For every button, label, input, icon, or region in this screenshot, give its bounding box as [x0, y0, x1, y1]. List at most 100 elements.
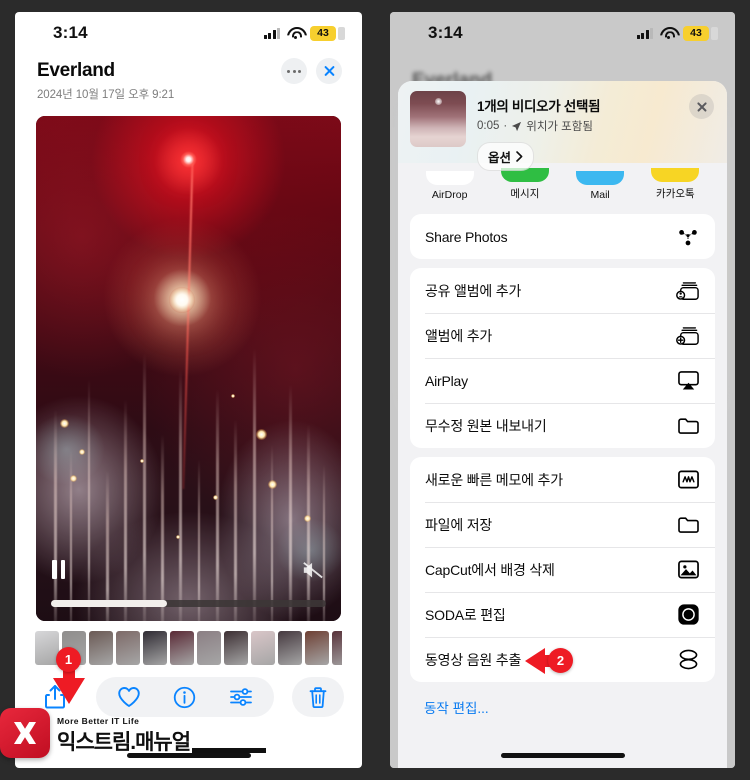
- video-player[interactable]: [36, 116, 341, 621]
- share-action-label: CapCut에서 배경 삭제: [425, 561, 555, 578]
- info-button[interactable]: [172, 684, 198, 710]
- annotation-1-arrow: [53, 678, 85, 704]
- shared-album-add-icon: [676, 279, 700, 303]
- wifi-icon: [287, 27, 303, 40]
- trash-icon: [309, 686, 327, 708]
- share-app-target[interactable]: AirDrop: [412, 171, 487, 205]
- battery-badge: 43: [683, 25, 718, 41]
- app-label: 카카오톡: [656, 188, 695, 200]
- share-action-row[interactable]: Share Photos: [410, 214, 715, 259]
- selected-item-meta: 1개의 비디오가 선택됨 0:05 · 위치가 포함됨 옵션: [477, 91, 601, 171]
- chevron-right-icon: [516, 151, 523, 162]
- close-icon: [323, 65, 336, 78]
- share-action-card: 공유 앨범에 추가앨범에 추가 AirPlay 무수정 원본 내보내기: [410, 268, 715, 448]
- app-label: Mail: [590, 189, 610, 201]
- watermark-text: More Better IT Life 익스트림.매뉴얼: [57, 716, 267, 758]
- header-buttons: [281, 58, 342, 84]
- share-action-row[interactable]: 무수정 원본 내보내기: [410, 403, 715, 448]
- status-indicators: 43: [636, 25, 718, 41]
- close-button[interactable]: [316, 58, 342, 84]
- share-sheet-header: 1개의 비디오가 선택됨 0:05 · 위치가 포함됨 옵션: [398, 81, 727, 171]
- share-action-label: 무수정 원본 내보내기: [425, 417, 547, 434]
- share-sheet-close-button[interactable]: [689, 94, 714, 119]
- extreme-x-logo-icon: [13, 721, 37, 745]
- cellular-signal-icon: [636, 27, 653, 39]
- options-button[interactable]: 옵션: [477, 142, 535, 171]
- thumbnail-item[interactable]: [251, 631, 275, 665]
- status-indicators: 43: [263, 25, 345, 41]
- delete-button[interactable]: [292, 677, 344, 717]
- firework-head-flare: [180, 150, 197, 168]
- share-app-target[interactable]: Mail: [563, 171, 638, 205]
- share-action-label: SODA로 편집: [425, 606, 506, 623]
- share-action-label: 파일에 저장: [425, 516, 493, 533]
- wifi-icon: [660, 27, 676, 40]
- annotation-step-2: 2: [548, 648, 573, 673]
- share-action-row[interactable]: 공유 앨범에 추가: [410, 268, 715, 313]
- watermark-tagline: More Better IT Life: [57, 716, 140, 726]
- home-indicator: [500, 753, 625, 758]
- thumbnail-item[interactable]: [305, 631, 329, 665]
- share-action-label: Share Photos: [425, 228, 508, 245]
- selected-item-thumbnail: [410, 91, 466, 147]
- cellular-signal-icon: [263, 27, 280, 39]
- folder-icon: [676, 414, 700, 438]
- thumbnail-item[interactable]: [116, 631, 140, 665]
- thumbnail-item[interactable]: [332, 631, 342, 665]
- layers-icon: [676, 648, 700, 672]
- thumbnail-item[interactable]: [224, 631, 248, 665]
- album-add-icon: [676, 324, 700, 348]
- share-action-row[interactable]: 앨범에 추가: [410, 313, 715, 358]
- options-label: 옵션: [488, 151, 512, 165]
- share-photos-icon: [676, 225, 700, 249]
- selection-title: 1개의 비디오가 선택됨: [477, 99, 601, 114]
- app-icon: [576, 171, 625, 185]
- thumbnail-item[interactable]: [89, 631, 113, 665]
- battery-badge: 43: [310, 25, 345, 41]
- thumbnail-item[interactable]: [143, 631, 167, 665]
- thumbnail-item[interactable]: [170, 631, 194, 665]
- share-app-target[interactable]: 카카오톡: [638, 168, 713, 205]
- selection-location: 위치가 포함됨: [526, 121, 593, 133]
- share-action-label: 앨범에 추가: [425, 327, 493, 344]
- heart-icon: [117, 687, 140, 707]
- share-action-row[interactable]: 새로운 빠른 메모에 추가: [410, 457, 715, 502]
- adjust-button[interactable]: [228, 684, 254, 710]
- favorite-button[interactable]: [116, 684, 142, 710]
- share-action-row[interactable]: CapCut에서 배경 삭제: [410, 547, 715, 592]
- watermark-logo: [0, 708, 50, 758]
- thumbnail-item[interactable]: [197, 631, 221, 665]
- share-action-label: 새로운 빠른 메모에 추가: [425, 471, 563, 488]
- capcut-image-icon: [676, 558, 700, 582]
- app-label: 메시지: [510, 188, 540, 200]
- close-icon: [696, 101, 708, 113]
- watermark-brand: 익스트림.매뉴얼: [57, 731, 191, 754]
- selection-subtitle: 0:05 · 위치가 포함됨: [477, 118, 600, 134]
- photo-thumbnail-strip[interactable]: [35, 631, 342, 665]
- more-options-button[interactable]: [281, 58, 307, 84]
- status-time: 3:14: [53, 23, 88, 42]
- adjust-sliders-icon: [229, 688, 252, 706]
- edit-actions-link[interactable]: 동작 편집...: [424, 697, 727, 717]
- site-watermark: More Better IT Life 익스트림.매뉴얼: [0, 708, 267, 758]
- thumbnail-item[interactable]: [278, 631, 302, 665]
- share-action-label: AirPlay: [425, 372, 468, 389]
- photo-header: Everland 2024년 10월 17일 오후 9:21: [15, 54, 362, 102]
- annotation-2-arrow: [525, 648, 545, 674]
- share-action-groups: Share Photos 공유 앨범에 추가앨범에 추가 AirPlay 무수정 원본…: [398, 214, 727, 682]
- info-icon: [173, 686, 196, 708]
- video-scrubber[interactable]: [51, 600, 326, 607]
- share-action-card: Share Photos: [410, 214, 715, 259]
- pause-icon[interactable]: [52, 560, 65, 579]
- share-action-row[interactable]: AirPlay: [410, 358, 715, 403]
- share-action-row[interactable]: 파일에 저장: [410, 502, 715, 547]
- share-app-target[interactable]: 메시지: [487, 168, 562, 205]
- right-status-bar: 3:14 43: [390, 12, 735, 54]
- annotation-step-1: 1: [56, 647, 81, 672]
- video-scrubber-fill: [51, 600, 167, 607]
- mute-icon[interactable]: [302, 561, 324, 579]
- watermark-brand-wrap: 익스트림.매뉴얼: [57, 726, 267, 756]
- share-action-label: 공유 앨범에 추가: [425, 282, 522, 299]
- share-action-row[interactable]: SODA로 편집: [410, 592, 715, 637]
- app-label: AirDrop: [431, 189, 468, 201]
